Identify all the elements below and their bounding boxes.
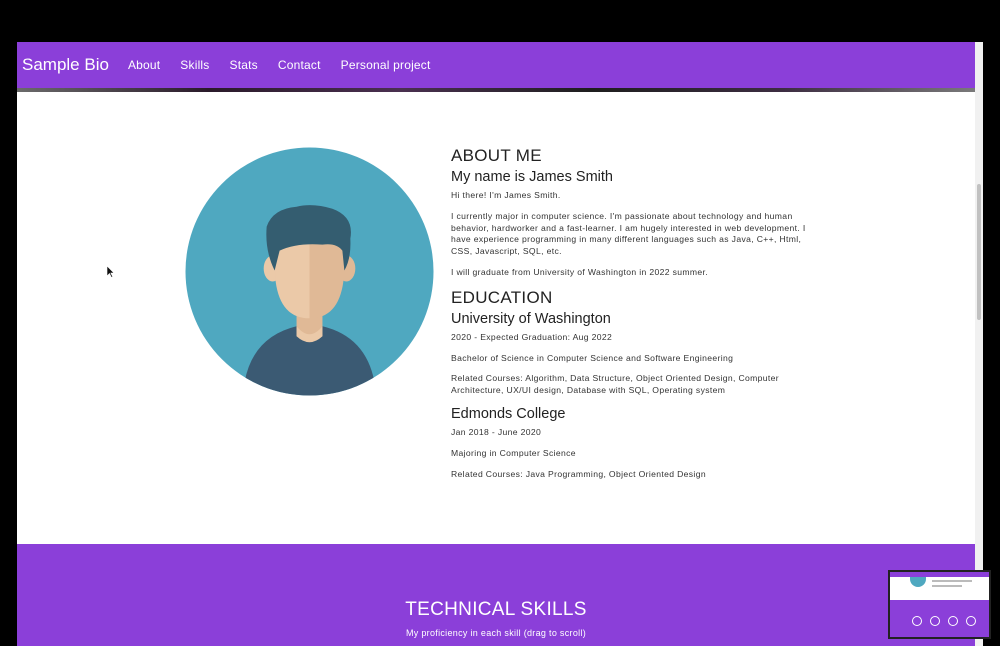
nav-link-stats[interactable]: Stats bbox=[230, 58, 258, 72]
nav-link-personal-project[interactable]: Personal project bbox=[341, 58, 431, 72]
about-heading: ABOUT ME bbox=[451, 146, 542, 165]
school-courses: Related Courses: Algorithm, Data Structu… bbox=[451, 373, 779, 396]
school-name: Edmonds College bbox=[451, 405, 566, 422]
nav-link-about[interactable]: About bbox=[128, 58, 160, 72]
thumbnail-text bbox=[932, 580, 972, 582]
education-heading: EDUCATION bbox=[451, 287, 553, 307]
thumbnail-skill-dot bbox=[966, 616, 976, 626]
thumbnail-skill-dot bbox=[948, 616, 958, 626]
bio-text: I currently major in computer science. I… bbox=[451, 210, 806, 257]
navbar-shadow bbox=[17, 88, 975, 92]
scrollbar-track[interactable] bbox=[975, 42, 983, 646]
school-degree: Bachelor of Science in Computer Science … bbox=[451, 352, 734, 363]
person-avatar-icon bbox=[185, 147, 434, 396]
skills-title: TECHNICAL SKILLS bbox=[405, 599, 587, 620]
thumbnail-skill-dot bbox=[930, 616, 940, 626]
page-preview-thumbnail[interactable] bbox=[888, 570, 991, 639]
intro-text: Hi there! I'm James Smith. bbox=[451, 190, 561, 200]
about-content: ABOUT ME My name is James Smith Hi there… bbox=[451, 146, 816, 489]
mouse-pointer-icon bbox=[107, 266, 115, 278]
thumbnail-skill-dot bbox=[912, 616, 922, 626]
school-degree: Majoring in Computer Science bbox=[451, 447, 576, 458]
thumbnail-navbar bbox=[890, 572, 989, 577]
thumbnail-text bbox=[932, 585, 962, 587]
graduation-text: I will graduate from University of Washi… bbox=[451, 266, 708, 277]
page: Sample Bio About Skills Stats Contact Pe… bbox=[17, 42, 975, 646]
scrollbar-thumb[interactable] bbox=[977, 184, 981, 320]
thumbnail-avatar bbox=[910, 577, 926, 587]
school-name: University of Washington bbox=[451, 310, 611, 327]
skills-subtitle: My proficiency in each skill (drag to sc… bbox=[405, 628, 587, 638]
school-dates: 2020 - Expected Graduation: Aug 2022 bbox=[451, 331, 613, 342]
nav-link-skills[interactable]: Skills bbox=[180, 58, 209, 72]
skills-section: TECHNICAL SKILLS My proficiency in each … bbox=[17, 544, 975, 646]
school-dates: Jan 2018 - June 2020 bbox=[451, 426, 542, 437]
navbar: Sample Bio About Skills Stats Contact Pe… bbox=[17, 42, 975, 88]
school-courses: Related Courses: Java Programming, Objec… bbox=[451, 468, 706, 479]
name-heading: My name is James Smith bbox=[451, 169, 613, 185]
nav-link-contact[interactable]: Contact bbox=[278, 58, 321, 72]
brand-link[interactable]: Sample Bio bbox=[22, 55, 109, 75]
